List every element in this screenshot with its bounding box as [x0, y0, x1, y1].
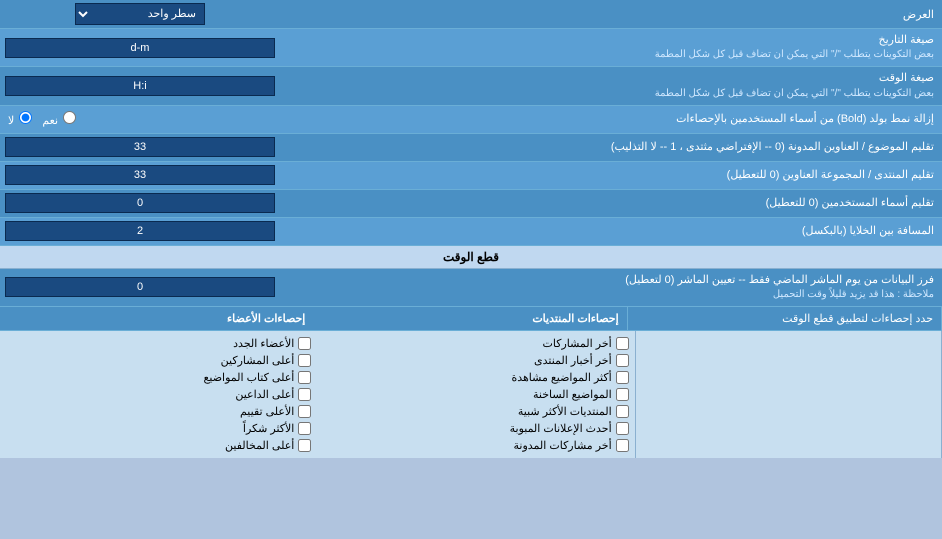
bold-no-radio[interactable] [19, 111, 32, 124]
cb-similar-forums[interactable] [616, 405, 629, 418]
cb-latest-ads[interactable] [616, 422, 629, 435]
forum-group-label: تقليم المنتدى / المجموعة العناوين (0 للت… [280, 164, 942, 187]
display-input-cell: سطر واحد سطران ثلاثة أسطر [0, 0, 280, 28]
checkbox-item: أعلى المشاركين [6, 352, 311, 369]
usernames-input[interactable] [5, 193, 275, 213]
time-format-input-cell [0, 73, 280, 99]
checkbox-area: أخر المشاركات أخر أخبار المنتدى أكثر الم… [0, 331, 942, 458]
forum-group-row: تقليم المنتدى / المجموعة العناوين (0 للت… [0, 162, 942, 190]
cb-top-inviters[interactable] [298, 388, 311, 401]
cb-most-viewed[interactable] [616, 371, 629, 384]
cb-top-violators[interactable] [298, 439, 311, 452]
cb-most-thanked[interactable] [298, 422, 311, 435]
checkbox-item: المنتديات الأكثر شبية [323, 403, 628, 420]
display-dropdown[interactable]: سطر واحد سطران ثلاثة أسطر [75, 3, 205, 25]
checkbox-item: أخر المشاركات [323, 335, 628, 352]
display-row: العرض سطر واحد سطران ثلاثة أسطر [0, 0, 942, 29]
checkbox-col-2: الأعضاء الجدد أعلى المشاركين أعلى كتاب ا… [0, 331, 317, 458]
spacing-input[interactable] [5, 221, 275, 241]
checkbox-item: أعلى الداعين [6, 386, 311, 403]
checkbox-item: أخر مشاركات المدونة [323, 437, 628, 454]
bold-yes-label: نعم [42, 111, 78, 127]
topics-input-cell [0, 134, 280, 160]
time-format-row: صيغة الوقت بعض التكوينات يتطلب "/" التي … [0, 67, 942, 105]
bottom-header-row: حدد إحصاءات لتطبيق قطع الوقت إحصاءات الم… [0, 307, 942, 331]
forum-group-input-cell [0, 162, 280, 188]
date-format-row: صيغة التاريخ بعض التكوينات يتطلب "/" الت… [0, 29, 942, 67]
usernames-row: تقليم أسماء المستخدمين (0 للتعطيل) [0, 190, 942, 218]
cb-hot-topics[interactable] [616, 388, 629, 401]
checkbox-item: أعلى كتاب المواضيع [6, 369, 311, 386]
main-container: العرض سطر واحد سطران ثلاثة أسطر صيغة الت… [0, 0, 942, 458]
usernames-input-cell [0, 190, 280, 216]
cb-top-topic-writers[interactable] [298, 371, 311, 384]
freeze-input[interactable] [5, 277, 275, 297]
checkbox-item: المواضيع الساخنة [323, 386, 628, 403]
checkbox-item: أخر أخبار المنتدى [323, 352, 628, 369]
spacing-row: المسافة بين الخلايا (بالبكسل) [0, 218, 942, 246]
bottom-section: حدد إحصاءات لتطبيق قطع الوقت إحصاءات الم… [0, 307, 942, 458]
bold-label: إزالة نمط بولد (Bold) من أسماء المستخدمي… [280, 108, 942, 131]
col1-header: إحصاءات المنتديات [313, 307, 627, 330]
empty-col [636, 331, 942, 458]
checkbox-item: أكثر المواضيع مشاهدة [323, 369, 628, 386]
date-format-label: صيغة التاريخ بعض التكوينات يتطلب "/" الت… [280, 29, 942, 66]
checkbox-item: الأعضاء الجدد [6, 335, 311, 352]
freeze-row: فرز البيانات من يوم الماشر الماضي فقط --… [0, 269, 942, 307]
spacing-input-cell [0, 218, 280, 244]
cb-last-posts[interactable] [616, 337, 629, 350]
time-format-label: صيغة الوقت بعض التكوينات يتطلب "/" التي … [280, 67, 942, 104]
date-format-input[interactable] [5, 38, 275, 58]
checkbox-col-1: أخر المشاركات أخر أخبار المنتدى أكثر الم… [317, 331, 635, 458]
bold-yes-radio[interactable] [63, 111, 76, 124]
bold-radio-cell: نعم لا [0, 108, 280, 130]
checkbox-item: الأعلى تقييم [6, 403, 311, 420]
date-format-input-cell [0, 35, 280, 61]
freeze-input-cell [0, 274, 280, 300]
bold-row: إزالة نمط بولد (Bold) من أسماء المستخدمي… [0, 106, 942, 134]
forum-group-input[interactable] [5, 165, 275, 185]
cb-top-posters[interactable] [298, 354, 311, 367]
usernames-label: تقليم أسماء المستخدمين (0 للتعطيل) [280, 192, 942, 215]
cb-new-members[interactable] [298, 337, 311, 350]
topics-row: تقليم الموضوع / العناوين المدونة (0 -- ا… [0, 134, 942, 162]
cb-top-rated[interactable] [298, 405, 311, 418]
time-format-input[interactable] [5, 76, 275, 96]
cb-last-blog-posts[interactable] [616, 439, 629, 452]
col2-header: إحصاءات الأعضاء [0, 307, 313, 330]
stats-apply-label: حدد إحصاءات لتطبيق قطع الوقت [628, 307, 942, 330]
checkbox-item: أعلى المخالفين [6, 437, 311, 454]
checkbox-item: الأكثر شكراً [6, 420, 311, 437]
cb-last-news[interactable] [616, 354, 629, 367]
topics-label: تقليم الموضوع / العناوين المدونة (0 -- ا… [280, 136, 942, 159]
spacing-label: المسافة بين الخلايا (بالبكسل) [280, 220, 942, 243]
section-header: قطع الوقت [0, 246, 942, 269]
checkbox-item: أحدث الإعلانات المبوبة [323, 420, 628, 437]
display-label: العرض [280, 4, 942, 25]
freeze-label: فرز البيانات من يوم الماشر الماضي فقط --… [280, 269, 942, 306]
bold-no-label: لا [8, 111, 34, 127]
topics-input[interactable] [5, 137, 275, 157]
